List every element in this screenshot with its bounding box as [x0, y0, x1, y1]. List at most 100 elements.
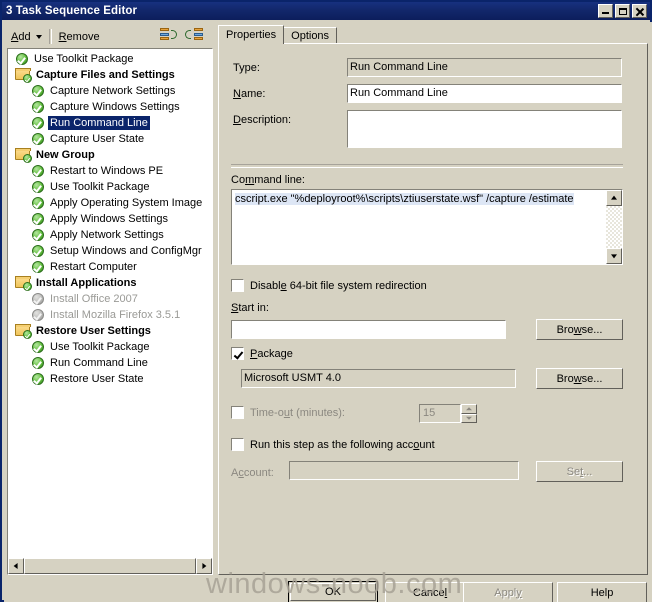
command-line-input[interactable]: cscript.exe "%deployroot%\scripts\ztiuse…	[231, 189, 623, 265]
package-browse-button[interactable]: Browse...	[536, 368, 623, 389]
tree-horizontal-scrollbar[interactable]	[8, 557, 212, 574]
tree-item[interactable]: Use Toolkit Package	[8, 51, 212, 67]
add-button[interactable]: Add	[6, 27, 47, 47]
tree-item-label: Restore User Settings	[36, 325, 151, 337]
spinner-up-icon[interactable]	[461, 404, 477, 414]
screenshot-root: 3 Task Sequence Editor Add Remove Use To…	[0, 0, 652, 602]
tree-item[interactable]: Capture User State	[8, 131, 212, 147]
apply-button[interactable]: Apply	[463, 582, 553, 602]
name-input[interactable]: Run Command Line	[347, 84, 622, 103]
scroll-left-icon[interactable]	[8, 558, 24, 574]
command-line-vertical-scrollbar[interactable]	[606, 190, 622, 264]
tree-item[interactable]: Restart to Windows PE	[8, 163, 212, 179]
check-circle-icon	[15, 52, 29, 66]
account-input[interactable]	[289, 461, 519, 480]
tree-item[interactable]: Run Command Line	[8, 355, 212, 371]
tree-item-label: Capture Files and Settings	[36, 69, 175, 81]
folder-checked-icon	[15, 276, 32, 291]
scroll-down-icon[interactable]	[606, 248, 622, 264]
minimize-icon[interactable]	[598, 4, 613, 18]
command-line-vscroll-track[interactable]	[606, 206, 622, 248]
tree-item[interactable]: Run Command Line	[8, 115, 212, 131]
timeout-spinner[interactable]: 15	[419, 404, 477, 423]
check-circle-disabled-icon	[31, 308, 45, 322]
tree-item[interactable]: Capture Windows Settings	[8, 99, 212, 115]
description-label: Description:	[233, 114, 292, 126]
check-circle-icon	[31, 340, 45, 354]
package-checkbox-box[interactable]	[231, 347, 244, 360]
run-as-account-checkbox[interactable]: Run this step as the following account	[231, 438, 435, 451]
tree-hscroll-track[interactable]	[24, 558, 196, 574]
timeout-spinner-arrows[interactable]	[461, 404, 477, 423]
close-icon[interactable]	[632, 4, 647, 18]
tree-item[interactable]: Install Mozilla Firefox 3.5.1	[8, 307, 212, 323]
tree-item[interactable]: Setup Windows and ConfigMgr	[8, 243, 212, 259]
ok-button-label: OK	[325, 586, 341, 598]
maximize-icon[interactable]	[615, 4, 630, 18]
check-circle-icon	[31, 164, 45, 178]
tree-item[interactable]: Install Applications	[8, 275, 212, 291]
tab-properties[interactable]: Properties	[218, 25, 285, 44]
toolbar-separator	[48, 29, 52, 44]
tree-item-label: Install Applications	[36, 277, 137, 289]
start-in-input[interactable]	[231, 320, 506, 339]
add-button-label-rest: dd	[18, 30, 31, 43]
tree-item[interactable]: Apply Operating System Image	[8, 195, 212, 211]
disable-redirection-checkbox[interactable]: Disable 64-bit file system redirection	[231, 279, 427, 292]
tree-item[interactable]: Use Toolkit Package	[8, 339, 212, 355]
tree-item[interactable]: Restore User State	[8, 371, 212, 387]
tree-hscroll-thumb[interactable]	[24, 558, 196, 574]
move-up-icon[interactable]	[159, 26, 179, 45]
tree-toolbar-icons	[159, 26, 203, 45]
task-sequence-tree[interactable]: Use Toolkit Package Capture Files and Set…	[7, 48, 213, 575]
start-in-browse-button[interactable]: Browse...	[536, 319, 623, 340]
tree-item-label: Install Mozilla Firefox 3.5.1	[50, 309, 181, 321]
check-circle-icon	[31, 228, 45, 242]
help-button[interactable]: Help	[557, 582, 647, 602]
check-circle-icon	[31, 84, 45, 98]
command-line-label: Command line:	[231, 174, 305, 186]
timeout-value[interactable]: 15	[419, 404, 461, 423]
cancel-button[interactable]: Cancel	[385, 582, 475, 602]
tree-item-label: Restart Computer	[50, 261, 137, 273]
scroll-right-icon[interactable]	[196, 558, 212, 574]
tree-item[interactable]: Install Office 2007	[8, 291, 212, 307]
tree-item-label: Apply Operating System Image	[50, 197, 203, 209]
tree-item[interactable]: Restart Computer	[8, 259, 212, 275]
tree-item-label: Restart to Windows PE	[50, 165, 164, 177]
tree-item[interactable]: Capture Files and Settings	[8, 67, 212, 83]
tab-options[interactable]: Options	[283, 27, 338, 44]
tree-item[interactable]: Apply Windows Settings	[8, 211, 212, 227]
package-label: Package	[250, 347, 293, 360]
remove-button[interactable]: Remove	[54, 27, 105, 47]
tree-item[interactable]: Apply Network Settings	[8, 227, 212, 243]
tree-item-label: Capture User State	[50, 133, 145, 145]
description-input[interactable]	[347, 110, 622, 148]
tab-options-label: Options	[291, 30, 330, 42]
cancel-button-label: Cancel	[412, 586, 448, 599]
tree-item-label: Setup Windows and ConfigMgr	[50, 245, 202, 257]
tree-item-label: Use Toolkit Package	[50, 181, 150, 193]
check-circle-icon	[31, 244, 45, 258]
folder-checked-icon	[15, 148, 32, 163]
tree-item-label: Use Toolkit Package	[50, 341, 150, 353]
move-down-icon[interactable]	[183, 26, 203, 45]
run-as-account-label: Run this step as the following account	[250, 438, 435, 451]
task-sequence-tree-items[interactable]: Use Toolkit Package Capture Files and Set…	[8, 49, 212, 557]
disable-redirection-checkbox-box[interactable]	[231, 279, 244, 292]
timeout-checkbox-box[interactable]	[231, 406, 244, 419]
timeout-checkbox[interactable]: Time-out (minutes):	[231, 406, 345, 419]
start-in-label: Start in:	[231, 302, 269, 314]
account-set-button[interactable]: Set...	[536, 461, 623, 482]
check-circle-icon	[31, 356, 45, 370]
account-label: Account:	[231, 467, 274, 479]
tree-item[interactable]: New Group	[8, 147, 212, 163]
tree-item[interactable]: Restore User Settings	[8, 323, 212, 339]
ok-button[interactable]: OK	[288, 581, 378, 602]
tree-item[interactable]: Use Toolkit Package	[8, 179, 212, 195]
package-checkbox[interactable]: Package	[231, 347, 293, 360]
spinner-down-icon[interactable]	[461, 413, 477, 423]
tree-item[interactable]: Capture Network Settings	[8, 83, 212, 99]
run-as-account-checkbox-box[interactable]	[231, 438, 244, 451]
scroll-up-icon[interactable]	[606, 190, 622, 206]
